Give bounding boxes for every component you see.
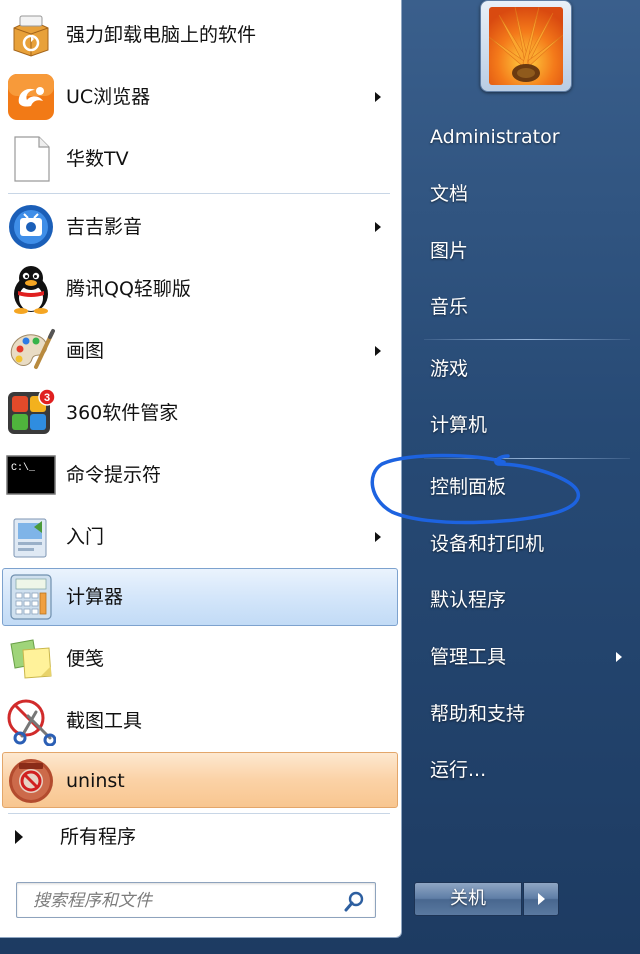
right-item-default-programs[interactable]: 默认程序 <box>420 576 630 624</box>
calculator-icon <box>6 572 56 622</box>
uc-browser-icon <box>6 72 56 122</box>
submenu-arrow-icon <box>375 532 381 542</box>
program-label: 强力卸载电脑上的软件 <box>66 24 257 46</box>
notification-badge: 3 <box>44 392 50 404</box>
program-item-uninst[interactable]: uninst <box>2 752 398 808</box>
program-item-uc-browser[interactable]: UC浏览器 <box>2 68 398 124</box>
right-item-administrative-tools[interactable]: 管理工具 <box>420 633 630 681</box>
program-label: 华数TV <box>66 148 129 170</box>
right-item-documents[interactable]: 文档 <box>420 170 630 218</box>
right-item-devices-and-printers[interactable]: 设备和打印机 <box>420 520 630 568</box>
program-item-snipping-tool[interactable]: 截图工具 <box>2 692 398 748</box>
jijiyingyin-icon <box>6 202 56 252</box>
search-input[interactable] <box>31 886 335 916</box>
right-item-label: 管理工具 <box>430 646 507 668</box>
program-item-qq-lite[interactable]: 腾讯QQ轻聊版 <box>2 260 398 316</box>
all-programs-label: 所有程序 <box>60 826 137 848</box>
program-list-pane: 强力卸载电脑上的软件 UC浏览器 华数TV 吉吉影音 腾讯QQ轻聊版 画图 3 … <box>0 0 402 938</box>
program-item-360-software-manager[interactable]: 3 360软件管家 <box>2 384 398 440</box>
program-label: 吉吉影音 <box>66 216 143 238</box>
prompt-text: C:\_ <box>11 462 36 474</box>
paint-palette-icon <box>6 326 56 376</box>
right-item-administrator[interactable]: Administrator <box>420 113 630 161</box>
uninstall-disc-icon <box>6 756 56 806</box>
program-label: 腾讯QQ轻聊版 <box>66 278 191 300</box>
user-picture-frame[interactable] <box>480 0 572 92</box>
right-item-run[interactable]: 运行... <box>420 746 630 794</box>
program-label: 计算器 <box>66 586 124 608</box>
sticky-notes-icon <box>6 634 56 684</box>
program-item-sticky-notes[interactable]: 便笺 <box>2 630 398 686</box>
right-item-pictures[interactable]: 图片 <box>420 227 630 275</box>
program-label: 命令提示符 <box>66 464 162 486</box>
program-label: 入门 <box>66 526 105 548</box>
expand-arrow-icon <box>15 830 23 844</box>
program-label: 截图工具 <box>66 710 143 732</box>
right-item-games[interactable]: 游戏 <box>420 345 630 393</box>
program-label: uninst <box>66 770 125 792</box>
program-item-jijiyingyin[interactable]: 吉吉影音 <box>2 198 398 254</box>
right-item-music[interactable]: 音乐 <box>420 283 630 331</box>
flower-avatar-icon <box>489 7 563 85</box>
submenu-arrow-icon <box>375 92 381 102</box>
pinned-separator <box>8 193 390 194</box>
snipping-tool-icon <box>6 696 56 746</box>
shutdown-options-button[interactable] <box>523 882 559 916</box>
program-item-getting-started[interactable]: 入门 <box>2 508 398 564</box>
start-menu: 强力卸载电脑上的软件 UC浏览器 华数TV 吉吉影音 腾讯QQ轻聊版 画图 3 … <box>0 0 640 954</box>
all-programs-button[interactable]: 所有程序 <box>2 814 398 860</box>
right-item-computer[interactable]: 计算机 <box>420 401 630 449</box>
360-software-manager-icon: 3 <box>6 388 56 438</box>
getting-started-icon <box>6 512 56 562</box>
command-prompt-icon: C:\_ <box>6 450 56 500</box>
chevron-right-icon <box>538 893 545 905</box>
submenu-arrow-icon <box>375 346 381 356</box>
right-item-control-panel[interactable]: 控制面板 <box>420 463 630 511</box>
recycle-box-icon <box>6 10 56 60</box>
program-item-calculator[interactable]: 计算器 <box>2 568 398 626</box>
shutdown-button[interactable]: 关机 <box>414 882 522 916</box>
program-item-huashu-tv[interactable]: 华数TV <box>2 130 398 186</box>
program-item-uninstaller[interactable]: 强力卸载电脑上的软件 <box>2 6 398 62</box>
search-icon[interactable] <box>343 889 367 913</box>
search-box[interactable] <box>16 882 376 918</box>
program-label: 360软件管家 <box>66 402 179 424</box>
program-label: UC浏览器 <box>66 86 151 108</box>
blank-document-icon <box>6 134 56 184</box>
submenu-arrow-icon <box>616 652 622 662</box>
program-item-paint[interactable]: 画图 <box>2 322 398 378</box>
program-label: 便笺 <box>66 648 105 670</box>
submenu-arrow-icon <box>375 222 381 232</box>
program-label: 画图 <box>66 340 105 362</box>
right-separator-1 <box>424 339 630 340</box>
program-item-command-prompt[interactable]: C:\_ 命令提示符 <box>2 446 398 502</box>
qq-penguin-icon <box>6 264 56 314</box>
right-separator-2 <box>424 458 630 459</box>
right-item-help-and-support[interactable]: 帮助和支持 <box>420 690 630 738</box>
